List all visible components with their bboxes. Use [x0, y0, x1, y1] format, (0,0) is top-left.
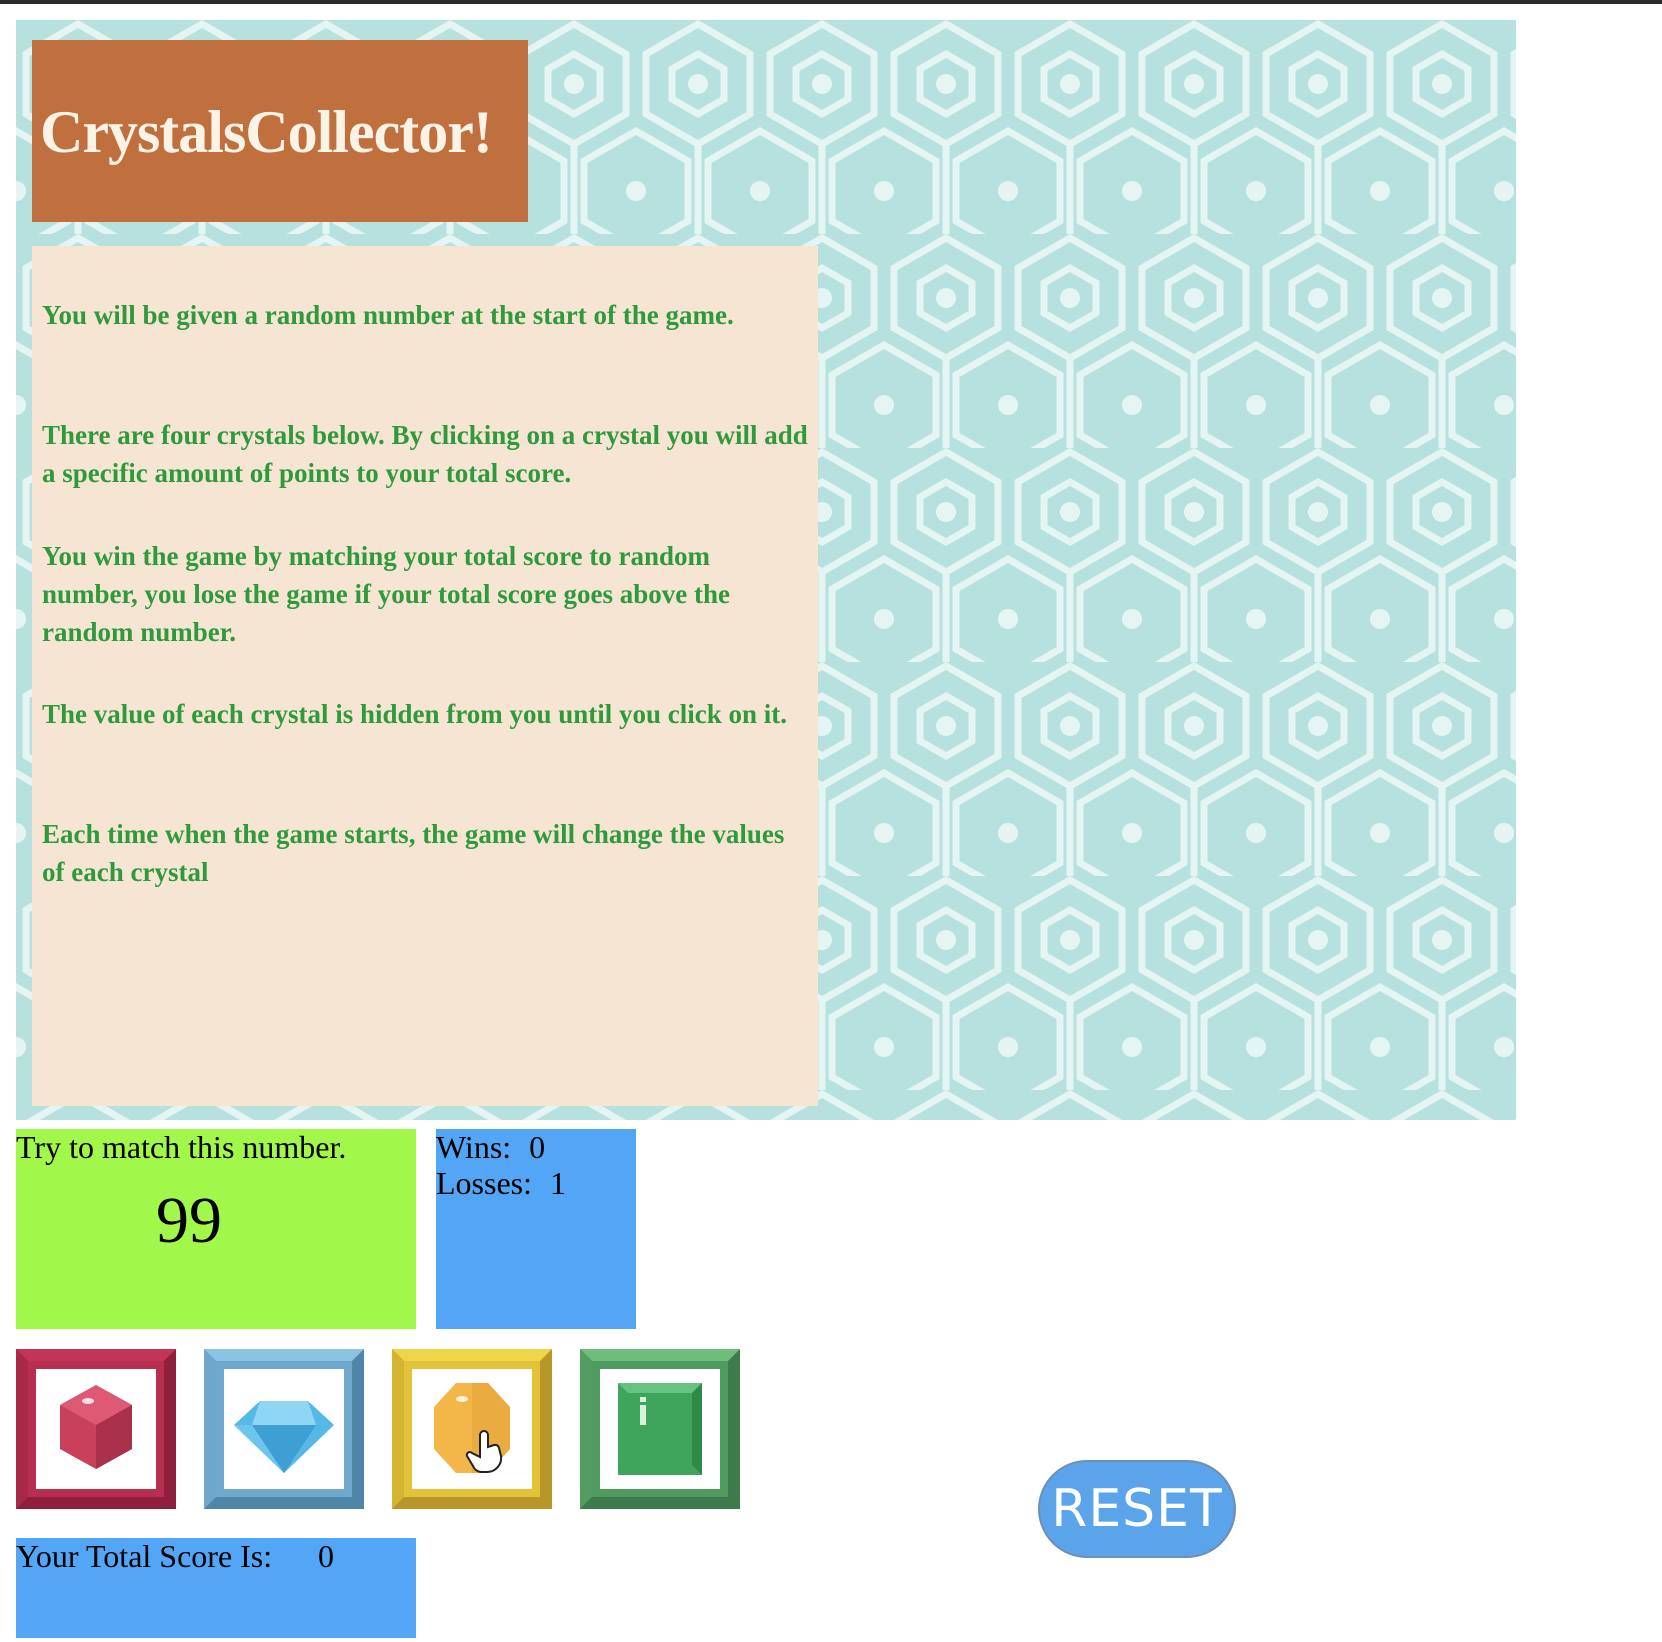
losses-value: 1: [550, 1165, 566, 1201]
wins-value: 0: [529, 1129, 546, 1165]
target-number: 99: [156, 1184, 222, 1257]
blue-crystal-button[interactable]: [204, 1349, 364, 1509]
total-score-panel: Your Total Score Is: 0: [16, 1538, 416, 1638]
losses-label: Losses:: [436, 1165, 532, 1201]
top-border: [0, 0, 1662, 4]
wins-label: Wins:: [436, 1129, 512, 1165]
red-crystal-button[interactable]: [16, 1349, 176, 1509]
total-score-label: Your Total Score Is:: [16, 1538, 273, 1574]
yellow-crystal-button[interactable]: [392, 1349, 552, 1509]
target-number-panel: Try to match this number. 99: [16, 1129, 416, 1329]
instructions-panel: You will be given a random number at the…: [32, 246, 818, 1106]
instruction-paragraph: You win the game by matching your total …: [42, 541, 730, 647]
yellow-crystal-icon: [392, 1349, 552, 1509]
blue-diamond-icon: [204, 1349, 364, 1509]
instruction-paragraph: You will be given a random number at the…: [42, 300, 734, 330]
red-crystal-icon: [16, 1349, 176, 1509]
stats-panel: Wins: 0 Losses: 1: [436, 1129, 636, 1329]
green-crystal-icon: [580, 1349, 740, 1509]
instruction-paragraph: There are four crystals below. By clicki…: [42, 420, 808, 488]
game-title: CrystalsCollector!: [40, 99, 493, 165]
green-crystal-button[interactable]: [580, 1349, 740, 1509]
instruction-paragraph: The value of each crystal is hidden from…: [42, 699, 788, 729]
wins-row: Wins: 0: [436, 1129, 545, 1166]
instruction-paragraph: Each time when the game starts, the game…: [42, 819, 785, 887]
total-score-value: 0: [318, 1538, 334, 1574]
losses-row: Losses: 1: [436, 1165, 566, 1202]
target-label: Try to match this number.: [16, 1129, 347, 1165]
reset-button[interactable]: RESET: [1038, 1460, 1236, 1558]
